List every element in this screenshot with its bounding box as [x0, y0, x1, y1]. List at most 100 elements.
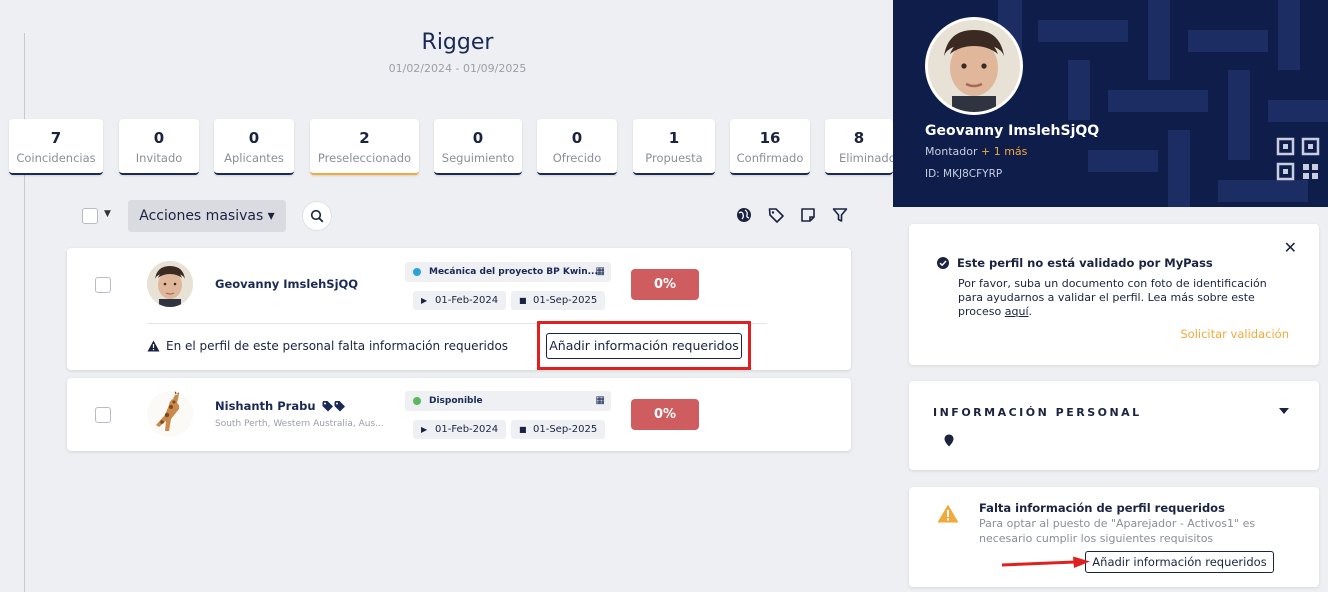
end-date-text: 01-Sep-2025 [533, 424, 598, 435]
candidate-checkbox[interactable] [95, 277, 111, 293]
candidate-location: South Perth, Western Australia, Aus... [215, 419, 384, 429]
validation-title-row: Este perfil no está validado por MyPass [937, 256, 1213, 270]
stat-invitado[interactable]: 0 Invitado [119, 119, 199, 175]
location-pin-icon [944, 434, 954, 447]
profile-avatar[interactable] [925, 17, 1023, 115]
filter-icon[interactable] [831, 206, 849, 224]
candidate-name-row: Nishanth Prabu [215, 399, 346, 413]
list-toolbar: ▼ Acciones masivas ▾ [80, 200, 855, 232]
play-icon: ▶ [421, 425, 428, 434]
stat-label: Seguimiento [441, 151, 515, 165]
calendar-icon[interactable]: ▦ [596, 391, 605, 411]
request-validation-link[interactable]: Solicitar validación [1180, 327, 1289, 341]
missing-info-title: Falta información de perfil requeridos [979, 501, 1225, 515]
profile-role: Montador + 1 más [925, 145, 1027, 158]
play-icon: ▶ [421, 296, 428, 305]
profile-header: Geovanny ImslehSjQQ Montador + 1 más ID:… [893, 0, 1328, 207]
check-circle-icon [937, 257, 949, 269]
stat-label: Coincidencias [16, 151, 96, 165]
add-required-info-button[interactable]: Añadir información requeridos [1085, 551, 1274, 573]
candidate-name[interactable]: Geovanny ImslehSjQQ [215, 277, 358, 291]
validation-alert: ✕ Este perfil no está validado por MyPas… [909, 224, 1319, 365]
note-icon[interactable] [799, 206, 817, 224]
stat-confirmado[interactable]: 16 Confirmado [730, 119, 810, 175]
availability-status[interactable]: Disponible ▦ [405, 391, 611, 411]
validation-text-end: . [1028, 305, 1033, 318]
learn-more-link[interactable]: aquí [1005, 305, 1029, 318]
candidate-card[interactable]: Nishanth Prabu South Perth, Western Aust… [67, 378, 851, 451]
stop-icon: ■ [519, 425, 527, 434]
warning-icon [147, 340, 160, 352]
search-button[interactable] [302, 201, 332, 231]
stat-aplicantes[interactable]: 0 Aplicantes [214, 119, 294, 175]
status-dot [413, 268, 421, 276]
stat-label: Preseleccionado [317, 151, 412, 165]
stat-eliminado[interactable]: 8 Eliminado [825, 119, 893, 175]
stat-label: Invitado [135, 151, 183, 165]
stat-count: 0 [472, 129, 484, 147]
vertical-divider [24, 33, 25, 592]
toolbar-icons [735, 206, 849, 224]
stat-label: Propuesta [645, 151, 703, 165]
validation-title: Este perfil no está validado por MyPass [957, 256, 1213, 270]
end-date-text: 01-Sep-2025 [533, 295, 598, 306]
stat-count: 0 [248, 129, 260, 147]
stat-count: 2 [359, 129, 370, 147]
missing-info-warning: En el perfil de este personal falta info… [147, 339, 508, 353]
personal-info-section[interactable]: INFORMACIÓN PERSONAL [909, 381, 1319, 470]
tag-icon[interactable] [322, 400, 346, 412]
match-score: 0% [631, 269, 699, 300]
stat-label: Aplicantes [224, 151, 284, 165]
candidate-checkbox[interactable] [95, 407, 111, 423]
tag-icon[interactable] [767, 206, 785, 224]
calendar-icon[interactable]: ▦ [596, 262, 605, 282]
stat-propuesta[interactable]: 1 Propuesta [633, 119, 715, 175]
candidate-card[interactable]: Geovanny ImslehSjQQ Mecánica del proyect… [67, 248, 851, 370]
job-title: Rigger [421, 30, 494, 55]
job-date-range: 01/02/2024 - 01/09/2025 [388, 62, 527, 75]
add-required-info-button[interactable]: Añadir información requeridos [546, 333, 742, 359]
stat-ofrecido[interactable]: 0 Ofrecido [537, 119, 617, 175]
availability-label: Disponible [429, 396, 483, 406]
warning-icon [937, 504, 959, 523]
validation-body: Por favor, suba un documento con foto de… [958, 277, 1288, 319]
candidate-name[interactable]: Nishanth Prabu [215, 399, 316, 413]
select-dropdown-caret-icon[interactable]: ▼ [104, 209, 111, 219]
qr-code-icon[interactable] [1276, 137, 1320, 181]
avatar[interactable] [147, 261, 193, 307]
role-text: Montador [925, 145, 978, 158]
assignment-status[interactable]: Mecánica del proyecto BP Kwin... ▦ [405, 262, 611, 282]
start-date-text: 01-Feb-2024 [435, 424, 499, 435]
more-roles-link[interactable]: + 1 más [981, 145, 1027, 158]
match-score: 0% [631, 399, 699, 430]
arrow-annotation [1001, 556, 1090, 568]
stat-count: 0 [571, 129, 583, 147]
stat-coincidencias[interactable]: 7 Coincidencias [9, 119, 103, 175]
candidates-area: Rigger 01/02/2024 - 01/09/2025 7 Coincid… [0, 0, 893, 592]
stat-count: 16 [759, 129, 781, 147]
end-date: ■ 01-Sep-2025 [511, 420, 605, 439]
chevron-down-icon[interactable] [1279, 408, 1289, 414]
start-date: ▶ 01-Feb-2024 [413, 291, 506, 310]
bulk-actions-button[interactable]: Acciones masivas ▾ [128, 200, 286, 232]
close-icon[interactable]: ✕ [1284, 238, 1297, 257]
missing-info-body: Para optar al puesto de "Aparejador - Ac… [979, 517, 1256, 545]
start-date: ▶ 01-Feb-2024 [413, 420, 506, 439]
profile-panel: Geovanny ImslehSjQQ Montador + 1 más ID:… [893, 0, 1328, 592]
stat-label: Ofrecido [552, 151, 602, 165]
search-icon [310, 209, 324, 223]
globe-icon[interactable] [735, 206, 753, 224]
end-date: ■ 01-Sep-2025 [511, 291, 605, 310]
profile-id: ID: MKJ8CFYRP [925, 168, 1003, 180]
personal-info-title: INFORMACIÓN PERSONAL [933, 406, 1142, 419]
avatar[interactable] [147, 391, 193, 437]
stat-seguimiento[interactable]: 0 Seguimiento [434, 119, 522, 175]
stat-label: Confirmado [736, 151, 804, 165]
stat-preseleccionado[interactable]: 2 Preseleccionado [310, 119, 419, 175]
status-dot [413, 397, 421, 405]
stop-icon: ■ [519, 296, 527, 305]
profile-name: Geovanny ImslehSjQQ [925, 123, 1100, 139]
assignment-label: Mecánica del proyecto BP Kwin... [429, 267, 598, 277]
select-all-checkbox[interactable] [82, 208, 98, 224]
missing-info-panel: Falta información de perfil requeridos P… [909, 487, 1319, 587]
